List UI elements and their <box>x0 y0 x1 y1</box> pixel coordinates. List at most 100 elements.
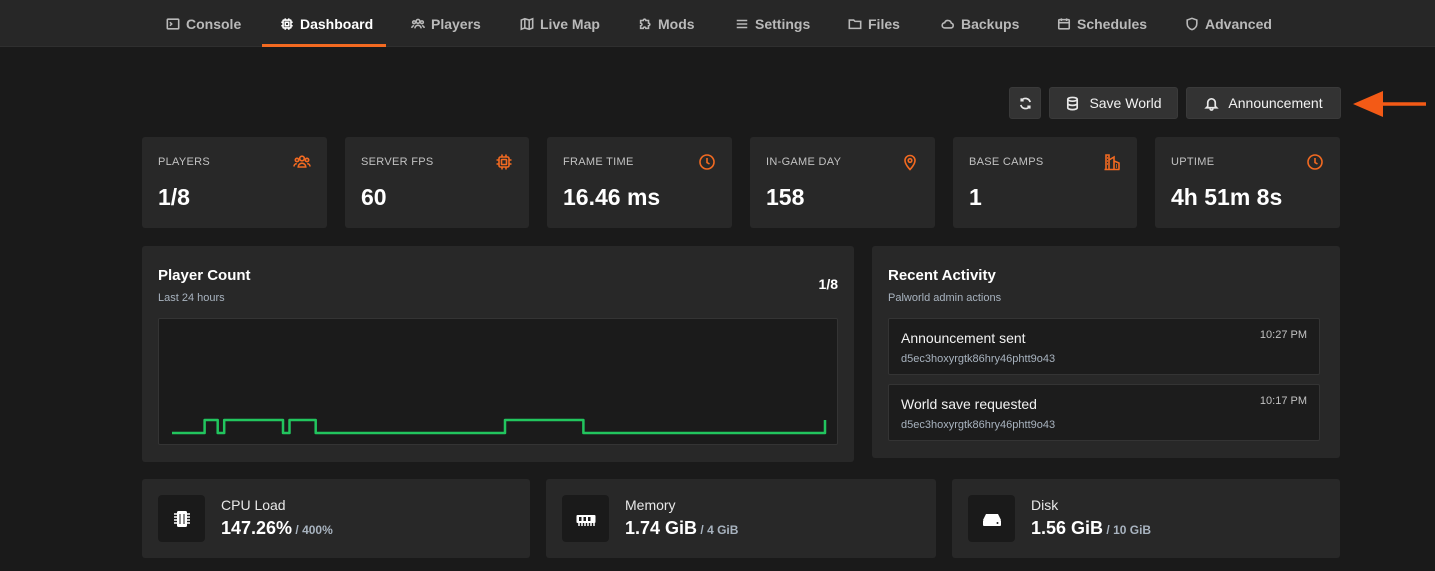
stat-value: 1/8 <box>158 184 190 210</box>
map-icon <box>520 17 534 30</box>
clock-icon <box>1307 154 1323 170</box>
resource-value: 1.56 GiB <box>1031 518 1104 538</box>
resource-total: 400% <box>302 523 333 537</box>
chip-icon <box>281 17 293 30</box>
tab-label: Mods <box>658 15 695 32</box>
tab-label: Live Map <box>540 15 600 32</box>
activity-id: d5ec3hoxyrgtk86hry46phtt9o43 <box>901 353 1056 365</box>
activity-item[interactable]: World save requested d5ec3hoxyrgtk86hry4… <box>888 384 1320 441</box>
active-tab-indicator <box>262 44 386 47</box>
tab-label: Backups <box>961 15 1020 32</box>
resource-label: Disk <box>1031 497 1059 513</box>
tab-live-map[interactable]: Live Map <box>520 0 600 47</box>
stat-value: 60 <box>361 184 387 210</box>
resource-separator: / <box>292 523 303 537</box>
clock-icon <box>699 154 715 170</box>
database-icon <box>1067 96 1079 110</box>
stat-label: SERVER FPS <box>361 156 434 168</box>
player-count-chart <box>158 318 838 445</box>
stat-label: PLAYERS <box>158 156 211 168</box>
tab-label: Files <box>868 15 900 32</box>
stat-value: 1 <box>969 184 982 210</box>
player-count-series-line <box>172 418 827 435</box>
announcement-button[interactable]: Announcement <box>1186 87 1341 119</box>
refresh-icon <box>1019 97 1031 109</box>
users-icon <box>411 18 425 28</box>
activity-title: World save requested <box>901 396 1037 412</box>
resource-icon-box <box>968 495 1015 542</box>
hard-drive-icon <box>982 513 1001 526</box>
resource-value-line: 147.26% / 400% <box>221 518 333 539</box>
tab-console[interactable]: Console <box>166 0 241 47</box>
activity-id: d5ec3hoxyrgtk86hry46phtt9o43 <box>901 419 1056 431</box>
refresh-button[interactable] <box>1009 87 1041 119</box>
map-pin-icon <box>904 154 916 171</box>
stat-card-frame-time: FRAME TIME 16.46 ms <box>547 137 732 228</box>
resource-icon-box <box>562 495 609 542</box>
player-count-chart-svg <box>172 418 827 435</box>
resource-label: CPU Load <box>221 497 286 513</box>
top-nav: Console Dashboard Players Live Map Mods … <box>0 0 1435 47</box>
calendar-icon <box>1057 17 1071 30</box>
terminal-icon <box>166 17 180 30</box>
panel-subtitle: Palworld admin actions <box>888 292 1002 304</box>
resource-total: 10 GiB <box>1113 523 1152 537</box>
shield-icon <box>1186 16 1198 31</box>
tab-mods[interactable]: Mods <box>638 0 695 47</box>
resource-card-disk: Disk 1.56 GiB / 10 GiB <box>952 479 1340 558</box>
resource-value: 1.74 GiB <box>625 518 698 538</box>
memory-icon <box>576 514 595 526</box>
folder-icon <box>848 18 862 29</box>
users-icon <box>293 155 311 168</box>
tab-schedules[interactable]: Schedules <box>1057 0 1147 47</box>
resource-separator: / <box>697 523 708 537</box>
tab-dashboard[interactable]: Dashboard <box>280 0 373 47</box>
tab-settings[interactable]: Settings <box>735 0 810 47</box>
resource-label: Memory <box>625 497 676 513</box>
tab-players[interactable]: Players <box>411 0 481 47</box>
arrow-left-icon <box>1353 91 1426 117</box>
stat-card-base-camps: BASE CAMPS 1 <box>953 137 1137 228</box>
activity-time: 10:17 PM <box>1259 395 1307 407</box>
tab-label: Players <box>431 15 481 32</box>
stat-value: 158 <box>766 184 805 210</box>
stat-label: UPTIME <box>1171 156 1215 168</box>
tab-advanced[interactable]: Advanced <box>1185 0 1272 47</box>
panel-subtitle: Last 24 hours <box>158 292 225 304</box>
tab-label: Schedules <box>1077 15 1148 32</box>
activity-title: Announcement sent <box>901 330 1026 346</box>
stat-card-server-fps: SERVER FPS 60 <box>345 137 529 228</box>
resource-separator: / <box>1103 523 1114 537</box>
resource-icon-box <box>158 495 205 542</box>
recent-activity-panel: Recent Activity Palworld admin actions A… <box>872 246 1340 458</box>
stat-label: FRAME TIME <box>563 156 634 168</box>
resource-total: 4 GiB <box>707 523 739 537</box>
panel-title: Recent Activity <box>888 267 996 284</box>
tab-files[interactable]: Files <box>848 0 900 47</box>
cloud-icon <box>941 19 954 29</box>
puzzle-icon <box>639 17 651 29</box>
tab-label: Dashboard <box>300 15 374 32</box>
stat-card-uptime: UPTIME 4h 51m 8s <box>1155 137 1340 228</box>
resource-card-memory: Memory 1.74 GiB / 4 GiB <box>546 479 936 558</box>
bell-icon <box>1204 97 1220 111</box>
tab-backups[interactable]: Backups <box>941 0 1019 47</box>
stat-card-players: PLAYERS 1/8 <box>142 137 327 228</box>
panel-title: Player Count <box>158 267 251 284</box>
tab-label: Console <box>186 15 242 32</box>
player-count-panel: Player Count Last 24 hours 1/8 <box>142 246 854 462</box>
announcement-label: Announcement <box>1228 95 1323 111</box>
building-icon <box>1104 154 1120 171</box>
tab-label: Advanced <box>1205 15 1272 32</box>
save-world-label: Save World <box>1089 95 1162 111</box>
resource-value-line: 1.56 GiB / 10 GiB <box>1031 518 1151 539</box>
activity-time: 10:27 PM <box>1259 329 1307 341</box>
player-count-current: 1/8 <box>818 276 838 292</box>
sliders-icon <box>736 19 748 28</box>
chip-icon <box>496 154 512 170</box>
save-world-button[interactable]: Save World <box>1049 87 1178 119</box>
stat-label: IN-GAME DAY <box>766 156 842 168</box>
stat-value: 4h 51m 8s <box>1171 184 1283 210</box>
resource-value: 147.26% <box>221 518 293 538</box>
activity-item[interactable]: Announcement sent d5ec3hoxyrgtk86hry46ph… <box>888 318 1320 375</box>
